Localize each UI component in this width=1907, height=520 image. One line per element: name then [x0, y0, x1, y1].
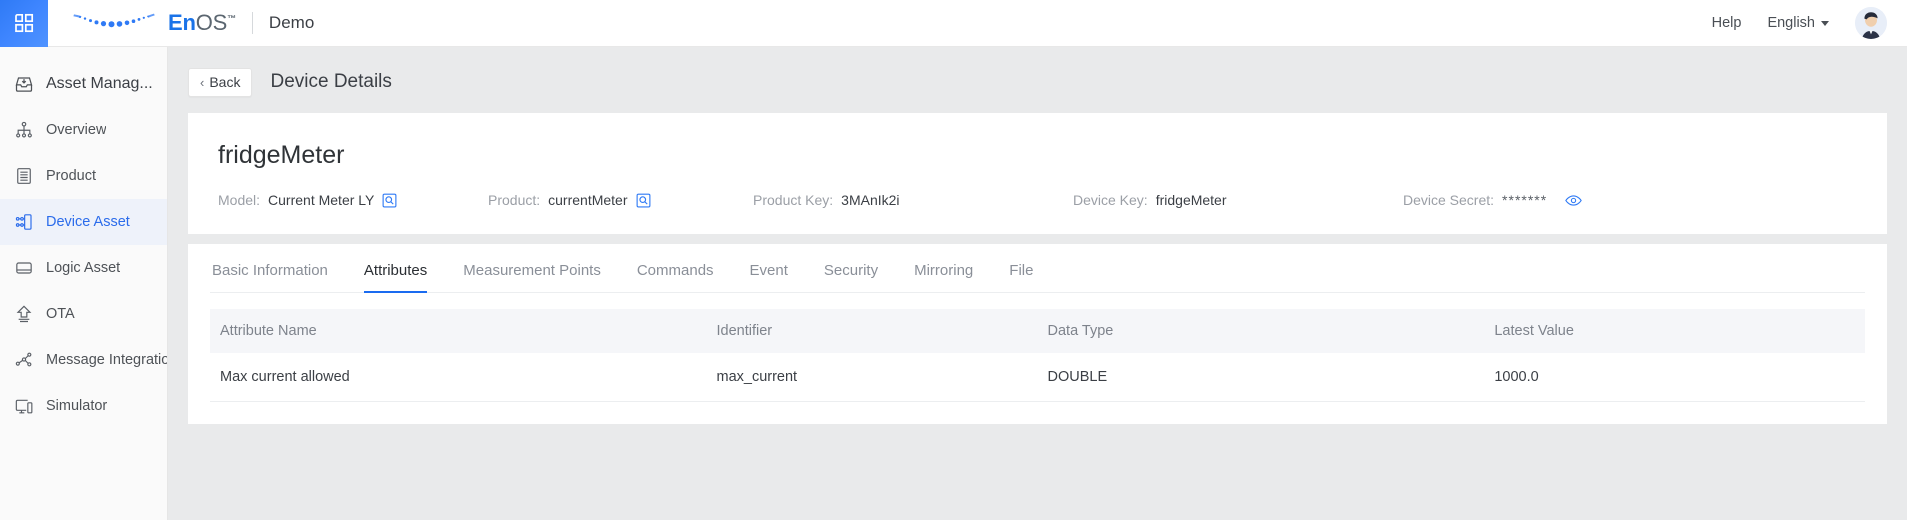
device-meta-row: Model: Current Meter LY Product: current…: [218, 192, 1857, 208]
page-title: Device Details: [270, 71, 391, 93]
sidebar-item-label: Message Integration: [46, 352, 167, 368]
cell-identifier: max_current: [707, 353, 1038, 402]
main-content: ‹ Back Device Details fridgeMeter Model:…: [168, 47, 1907, 520]
language-label: English: [1767, 15, 1815, 31]
brand-en: En: [168, 10, 196, 35]
sidebar-item-device-asset[interactable]: Device Asset: [0, 199, 167, 245]
meta-label: Device Key:: [1073, 192, 1148, 208]
sidebar-item-simulator[interactable]: Simulator: [0, 383, 167, 429]
meta-value: currentMeter: [548, 192, 627, 208]
enos-wordmark: EnOS™: [168, 10, 236, 36]
sidebar-item-label: Simulator: [46, 398, 107, 414]
meta-label: Product:: [488, 192, 540, 208]
device-name: fridgeMeter: [218, 141, 1857, 170]
chevron-left-icon: ‹: [200, 76, 204, 89]
tab-attributes[interactable]: Attributes: [364, 244, 427, 292]
sidebar-item-label: Overview: [46, 122, 106, 138]
enos-swoosh-icon: [72, 10, 164, 36]
header-divider: [252, 12, 253, 34]
sidebar-item-label: OTA: [46, 306, 75, 322]
asset-inbox-icon: [14, 74, 34, 94]
tab-security[interactable]: Security: [824, 244, 878, 292]
chevron-down-icon: [1821, 21, 1829, 26]
top-bar: EnOS™ Demo Help English: [0, 0, 1907, 47]
meta-label: Model:: [218, 192, 260, 208]
tab-commands[interactable]: Commands: [637, 244, 714, 292]
sidebar-item-product[interactable]: Product: [0, 153, 167, 199]
share-nodes-icon: [14, 350, 34, 370]
meta-label: Product Key:: [753, 192, 833, 208]
back-button[interactable]: ‹ Back: [188, 68, 252, 97]
back-button-label: Back: [209, 74, 240, 90]
table-row[interactable]: Max current allowed max_current DOUBLE 1…: [210, 353, 1865, 402]
eye-icon[interactable]: [1565, 194, 1582, 207]
sidebar-item-logic-asset[interactable]: Logic Asset: [0, 245, 167, 291]
avatar[interactable]: [1855, 7, 1887, 39]
app-grid-icon[interactable]: [0, 0, 48, 47]
tab-file[interactable]: File: [1009, 244, 1033, 292]
meta-value: Current Meter LY: [268, 192, 374, 208]
device-summary-card: fridgeMeter Model: Current Meter LY Prod…: [188, 113, 1887, 234]
sidebar-item-message-integration[interactable]: Message Integration: [0, 337, 167, 383]
attributes-table: Attribute Name Identifier Data Type Late…: [210, 309, 1865, 402]
top-bar-right: Help English: [1712, 7, 1907, 39]
column-header-data-type[interactable]: Data Type: [1038, 309, 1485, 353]
meta-product: Product: currentMeter: [488, 192, 753, 208]
page-header: ‹ Back Device Details: [188, 61, 1887, 103]
sidebar-item-asset-management[interactable]: Asset Manag...: [0, 61, 167, 107]
tenant-name: Demo: [269, 13, 314, 33]
sidebar-item-label: Device Asset: [46, 214, 130, 230]
search-box-icon[interactable]: [382, 193, 397, 208]
sidebar-item-label: Asset Manag...: [46, 75, 153, 93]
cell-latest-value: 1000.0: [1484, 353, 1865, 402]
sidebar-item-label: Product: [46, 168, 96, 184]
meta-model: Model: Current Meter LY: [218, 192, 488, 208]
hierarchy-icon: [14, 120, 34, 140]
language-selector[interactable]: English: [1767, 15, 1829, 31]
meta-label: Device Secret:: [1403, 192, 1494, 208]
tab-basic-information[interactable]: Basic Information: [212, 244, 328, 292]
search-box-icon[interactable]: [636, 193, 651, 208]
device-detail-tabs-card: Basic Information Attributes Measurement…: [188, 244, 1887, 424]
cell-data-type: DOUBLE: [1038, 353, 1485, 402]
sidebar-item-label: Logic Asset: [46, 260, 120, 276]
sidebar-item-ota[interactable]: OTA: [0, 291, 167, 337]
tab-bar: Basic Information Attributes Measurement…: [210, 244, 1865, 293]
meta-value: fridgeMeter: [1156, 192, 1227, 208]
sidebar: Asset Manag... Overview Product: [0, 47, 168, 520]
device-secret-masked: *******: [1502, 192, 1547, 208]
table-header-row: Attribute Name Identifier Data Type Late…: [210, 309, 1865, 353]
cell-attribute-name: Max current allowed: [210, 353, 707, 402]
column-header-attribute-name[interactable]: Attribute Name: [210, 309, 707, 353]
document-stack-icon: [14, 166, 34, 186]
upload-arrow-icon: [14, 304, 34, 324]
tab-measurement-points[interactable]: Measurement Points: [463, 244, 601, 292]
brand-os: OS: [196, 10, 227, 35]
help-link[interactable]: Help: [1712, 15, 1742, 31]
brand-logo[interactable]: EnOS™: [72, 10, 236, 36]
tab-mirroring[interactable]: Mirroring: [914, 244, 973, 292]
meta-device-key: Device Key: fridgeMeter: [1073, 192, 1403, 208]
column-header-identifier[interactable]: Identifier: [707, 309, 1038, 353]
meta-product-key: Product Key: 3MAnIk2i: [753, 192, 1073, 208]
brand-tm: ™: [227, 14, 236, 24]
device-node-icon: [14, 212, 34, 232]
column-header-latest-value[interactable]: Latest Value: [1484, 309, 1865, 353]
sidebar-item-overview[interactable]: Overview: [0, 107, 167, 153]
body-wrapper: Asset Manag... Overview Product: [0, 47, 1907, 520]
monitor-phone-icon: [14, 396, 34, 416]
meta-device-secret: Device Secret: *******: [1403, 192, 1582, 208]
meta-value: 3MAnIk2i: [841, 192, 899, 208]
drive-icon: [14, 258, 34, 278]
tab-event[interactable]: Event: [750, 244, 788, 292]
